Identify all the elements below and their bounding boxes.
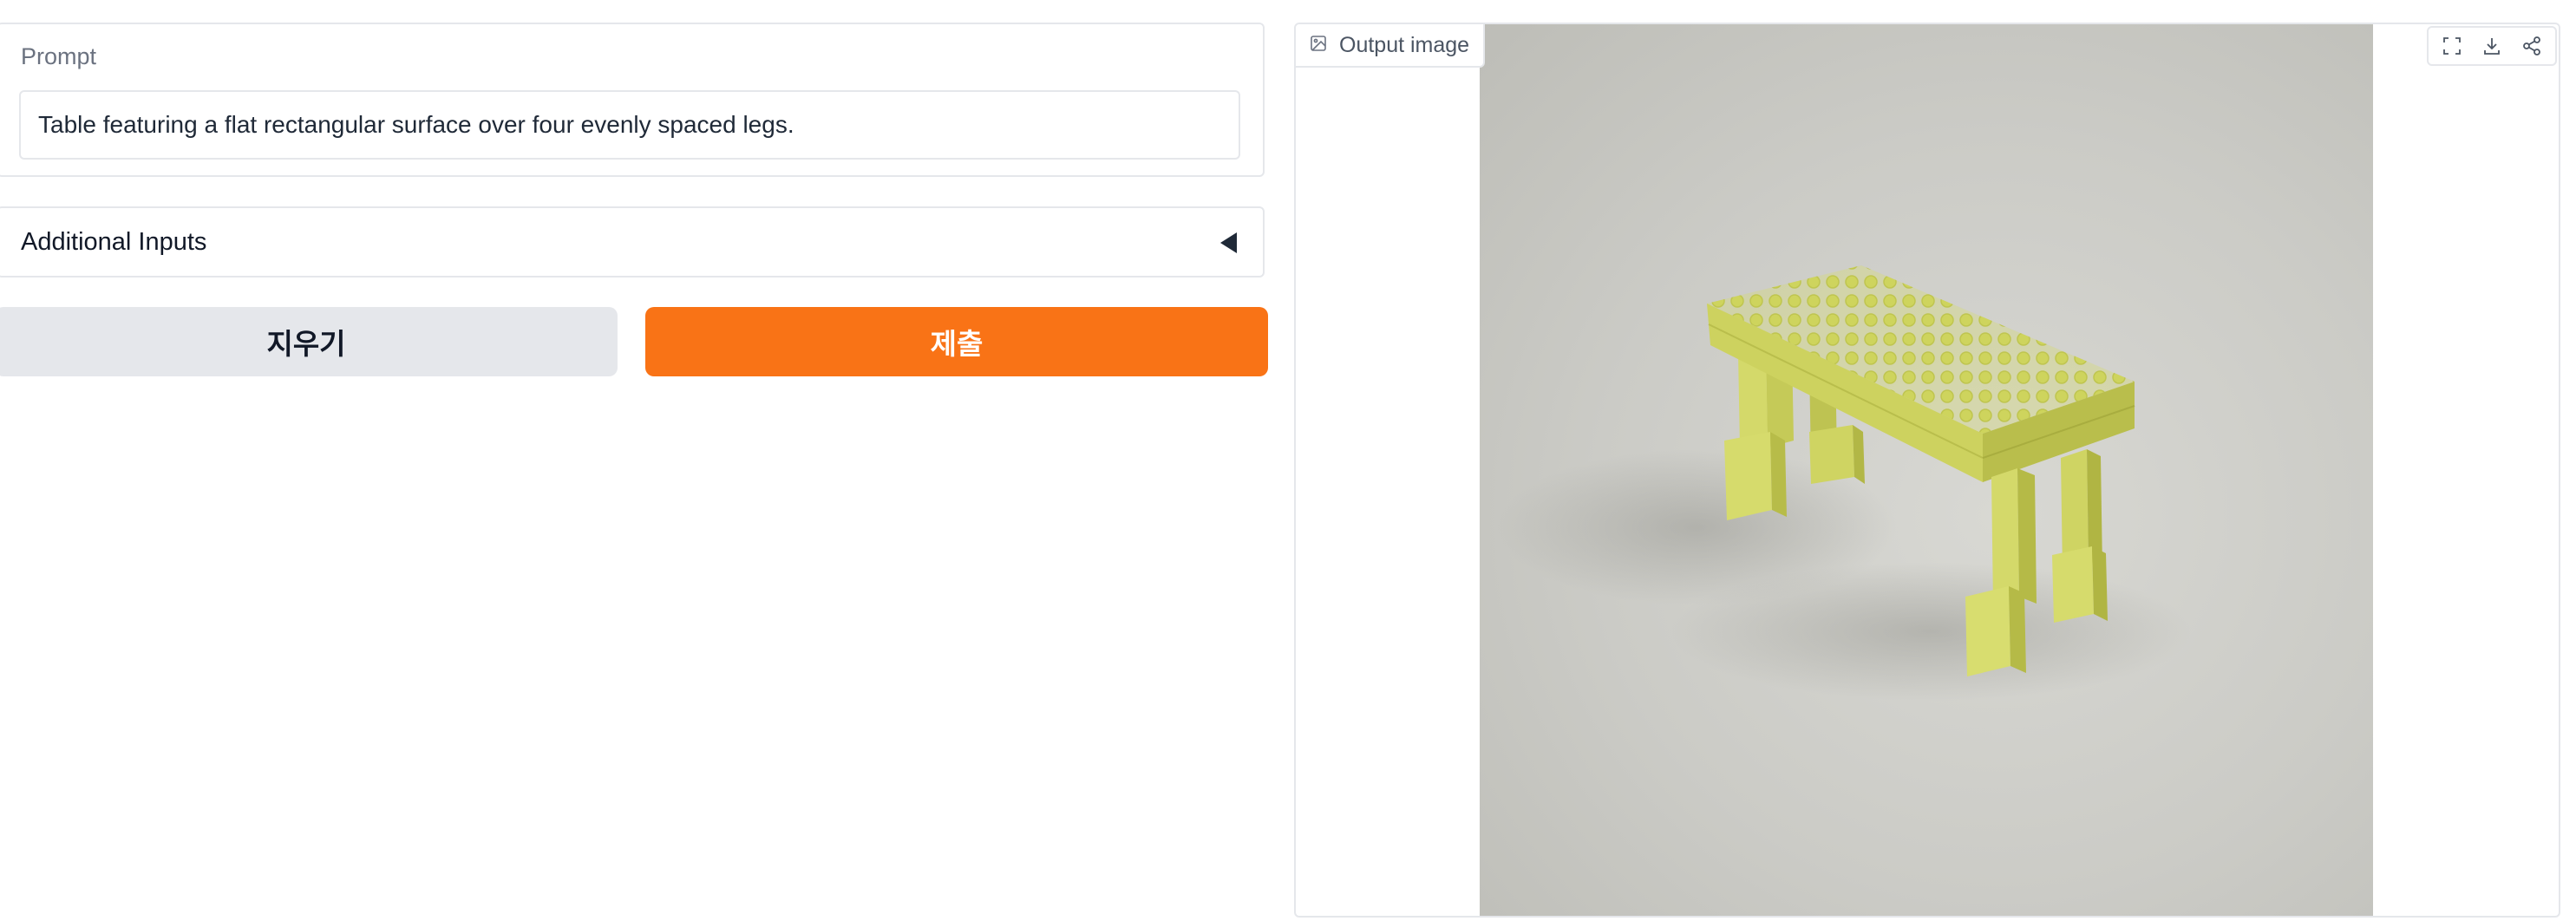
prompt-label: Prompt xyxy=(21,43,97,69)
output-image-label: Output image xyxy=(1339,32,1470,57)
image-toolbar xyxy=(2427,26,2557,66)
output-image-label-tag: Output image xyxy=(1296,24,1486,68)
triangle-left-icon xyxy=(1220,232,1237,253)
download-icon[interactable] xyxy=(2474,29,2510,62)
prompt-block: Prompt Table featuring a flat rectangula… xyxy=(0,23,1265,177)
clear-button[interactable]: 지우기 xyxy=(0,307,618,376)
output-image xyxy=(1480,24,2373,916)
prompt-input[interactable]: Table featuring a flat rectangular surfa… xyxy=(19,90,1240,160)
output-image-panel: Output image xyxy=(1294,23,2560,918)
additional-inputs-label: Additional Inputs xyxy=(21,227,207,256)
submit-button[interactable]: 제출 xyxy=(645,307,1268,376)
brick-table-render xyxy=(1497,265,2191,701)
additional-inputs-accordion[interactable]: Additional Inputs xyxy=(0,206,1265,278)
fullscreen-icon[interactable] xyxy=(2434,29,2470,62)
share-icon[interactable] xyxy=(2514,29,2550,62)
image-icon xyxy=(1310,35,1327,56)
